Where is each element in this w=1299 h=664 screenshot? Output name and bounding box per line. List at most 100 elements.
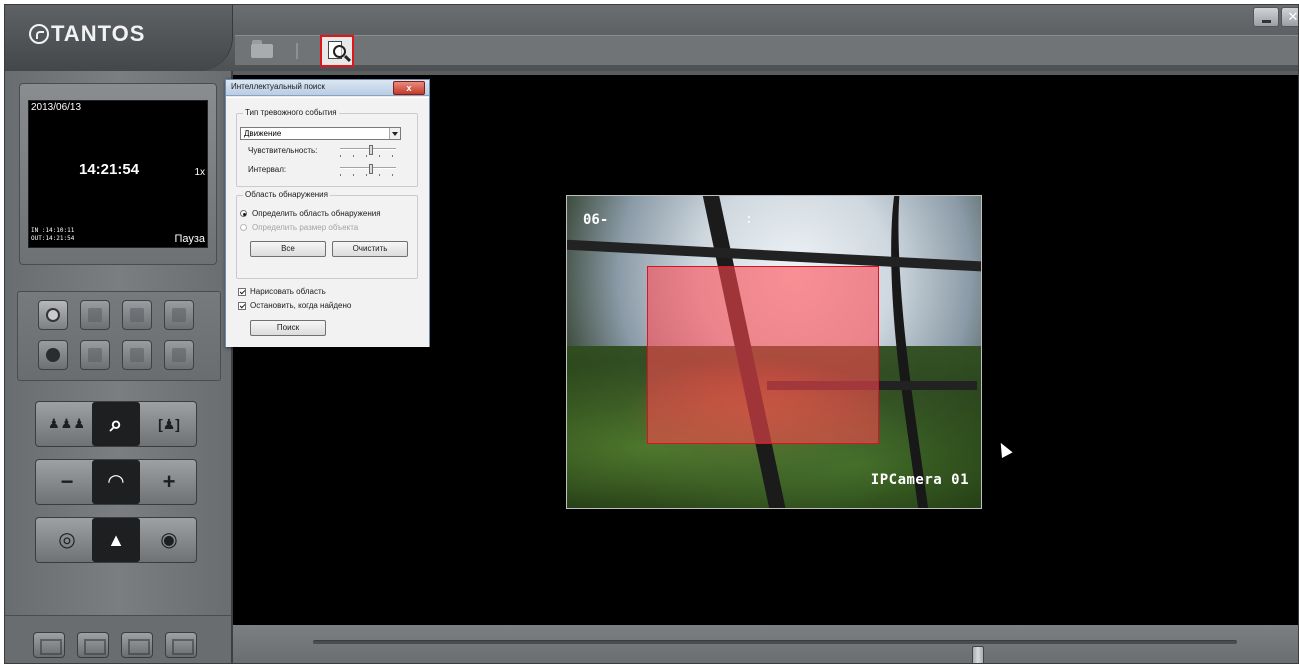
chevron-down-icon — [389, 128, 400, 139]
doc-icon — [88, 308, 102, 322]
speed-gauge-button[interactable]: ◠ — [92, 460, 140, 504]
magnifier-handle — [343, 54, 352, 63]
multi-person-button[interactable]: ♟♟♟ — [42, 406, 92, 442]
focus-near-button[interactable]: ◎ — [42, 522, 92, 558]
tantos-logo: TANTOS — [29, 21, 145, 47]
tool-grid — [17, 291, 221, 381]
print-button[interactable] — [122, 340, 152, 370]
close-window-button[interactable]: ✕ — [1281, 7, 1298, 27]
lock-icon — [172, 308, 186, 322]
logo-plate: TANTOS — [5, 5, 233, 71]
layout-16-button[interactable] — [165, 632, 197, 658]
save-icon — [172, 348, 186, 362]
app-window: TANTOS ✕ 2013/06/13 14:21:54 1x IN :14:1… — [4, 4, 1299, 664]
sensitivity-label: Чувствительность: — [248, 146, 318, 155]
osd-time-separator: : — [745, 212, 753, 227]
toolbar-separator — [296, 43, 298, 59]
preview-in-time: IN :14:10:11 — [31, 227, 75, 234]
slider-ticks — [340, 155, 396, 157]
preview-state: Пауза — [174, 233, 205, 245]
preview-out-time: OUT:14:21:54 — [31, 235, 75, 242]
target-icon: ◎ — [58, 529, 76, 551]
event-type-select[interactable]: Движение — [240, 127, 401, 140]
magnifier-icon: ⌕ — [109, 411, 123, 436]
detection-region[interactable] — [647, 266, 879, 444]
lock-button[interactable] — [164, 300, 194, 330]
folder-icon[interactable] — [251, 40, 273, 58]
toolbar — [235, 35, 1298, 67]
timeline — [233, 625, 1298, 663]
view-mode-row: ♟♟♟ ⌕ [♟] — [35, 401, 197, 447]
zoom-out-button[interactable]: − — [42, 464, 92, 500]
mouse-cursor-icon — [995, 440, 1013, 458]
up-button[interactable]: ▲ — [92, 518, 140, 562]
minimize-button[interactable] — [1253, 7, 1279, 27]
define-size-label: Определить размер объекта — [252, 223, 359, 232]
eye-icon — [130, 308, 144, 322]
clear-button[interactable]: Очистить — [332, 241, 408, 257]
slider-ticks — [340, 174, 396, 176]
camera-name: IPCamera 01 — [870, 472, 969, 488]
pen-button[interactable] — [80, 340, 110, 370]
dialog-title-bar[interactable]: Интеллектуальный поиск x — [226, 80, 429, 96]
sensitivity-thumb[interactable] — [368, 145, 373, 155]
record-icon: ◉ — [160, 529, 178, 551]
layout-9-button[interactable] — [121, 632, 153, 658]
osd-date: 06- — [583, 212, 609, 228]
people-icon: ♟♟♟ — [48, 416, 86, 431]
print-icon — [130, 348, 144, 362]
define-size-radio[interactable] — [240, 224, 247, 231]
smart-search-dialog: Интеллектуальный поиск x Тип тревожного … — [225, 79, 430, 347]
clock-button[interactable] — [38, 300, 68, 330]
preview-time: 14:21:54 — [79, 161, 140, 178]
arrow-up-icon: ▲ — [107, 530, 125, 550]
single-person-button[interactable]: [♟] — [144, 406, 194, 442]
camera-video[interactable]: 06- : IPCamera 01 — [566, 195, 982, 509]
smart-search-button[interactable] — [320, 35, 354, 67]
focus-far-button[interactable]: ◉ — [144, 522, 194, 558]
preview-speed: 1x — [194, 167, 205, 178]
stop-when-found-checkbox[interactable] — [238, 302, 246, 310]
interval-thumb[interactable] — [368, 164, 373, 174]
logo-ring-icon — [29, 24, 49, 44]
all-button[interactable]: Все — [250, 241, 326, 257]
define-area-label: Определить область обнаружения — [252, 209, 381, 218]
zoom-in-button[interactable]: + — [144, 464, 194, 500]
interval-label: Интервал: — [248, 165, 287, 174]
detection-area-group-label: Область обнаружения — [243, 190, 330, 199]
detection-area-group: Область обнаружения — [236, 190, 418, 279]
timeline-thumb[interactable] — [972, 646, 985, 663]
timeline-track[interactable] — [313, 640, 1237, 663]
doc-button[interactable] — [80, 300, 110, 330]
layout-bar — [5, 615, 231, 663]
logo-text: TANTOS — [51, 21, 146, 46]
search-view-button[interactable]: ⌕ — [92, 402, 140, 446]
dialog-body: Тип тревожного события Движение Чувствит… — [226, 97, 429, 347]
preview-frame: 2013/06/13 14:21:54 1x IN :14:10:11 OUT:… — [19, 83, 217, 265]
search-button[interactable]: Поиск — [250, 320, 326, 336]
playback-preview: 2013/06/13 14:21:54 1x IN :14:10:11 OUT:… — [28, 100, 208, 248]
zoom-row: − ◠ + — [35, 459, 197, 505]
settings-button[interactable] — [38, 340, 68, 370]
interval-slider[interactable] — [340, 164, 396, 176]
dialog-title: Интеллектуальный поиск — [231, 82, 325, 91]
sensitivity-slider[interactable] — [340, 145, 396, 157]
plus-icon: + — [162, 469, 176, 494]
dialog-close-button[interactable]: x — [393, 81, 425, 95]
title-bar: TANTOS ✕ — [5, 5, 1298, 71]
clock-icon — [46, 308, 60, 322]
stop-when-found-label: Остановить, когда найдено — [250, 301, 352, 310]
person-frame-icon: [♟] — [158, 416, 180, 432]
save-button[interactable] — [164, 340, 194, 370]
focus-row: ◎ ▲ ◉ — [35, 517, 197, 563]
event-type-group-label: Тип тревожного события — [243, 108, 339, 117]
layout-4-button[interactable] — [77, 632, 109, 658]
eye-button[interactable] — [122, 300, 152, 330]
define-area-radio[interactable] — [240, 210, 247, 217]
minus-icon: − — [60, 469, 74, 494]
preview-date: 2013/06/13 — [31, 102, 82, 113]
layout-1-button[interactable] — [33, 632, 65, 658]
draw-area-checkbox[interactable] — [238, 288, 246, 296]
gear-icon — [46, 348, 60, 362]
pen-icon — [88, 348, 102, 362]
